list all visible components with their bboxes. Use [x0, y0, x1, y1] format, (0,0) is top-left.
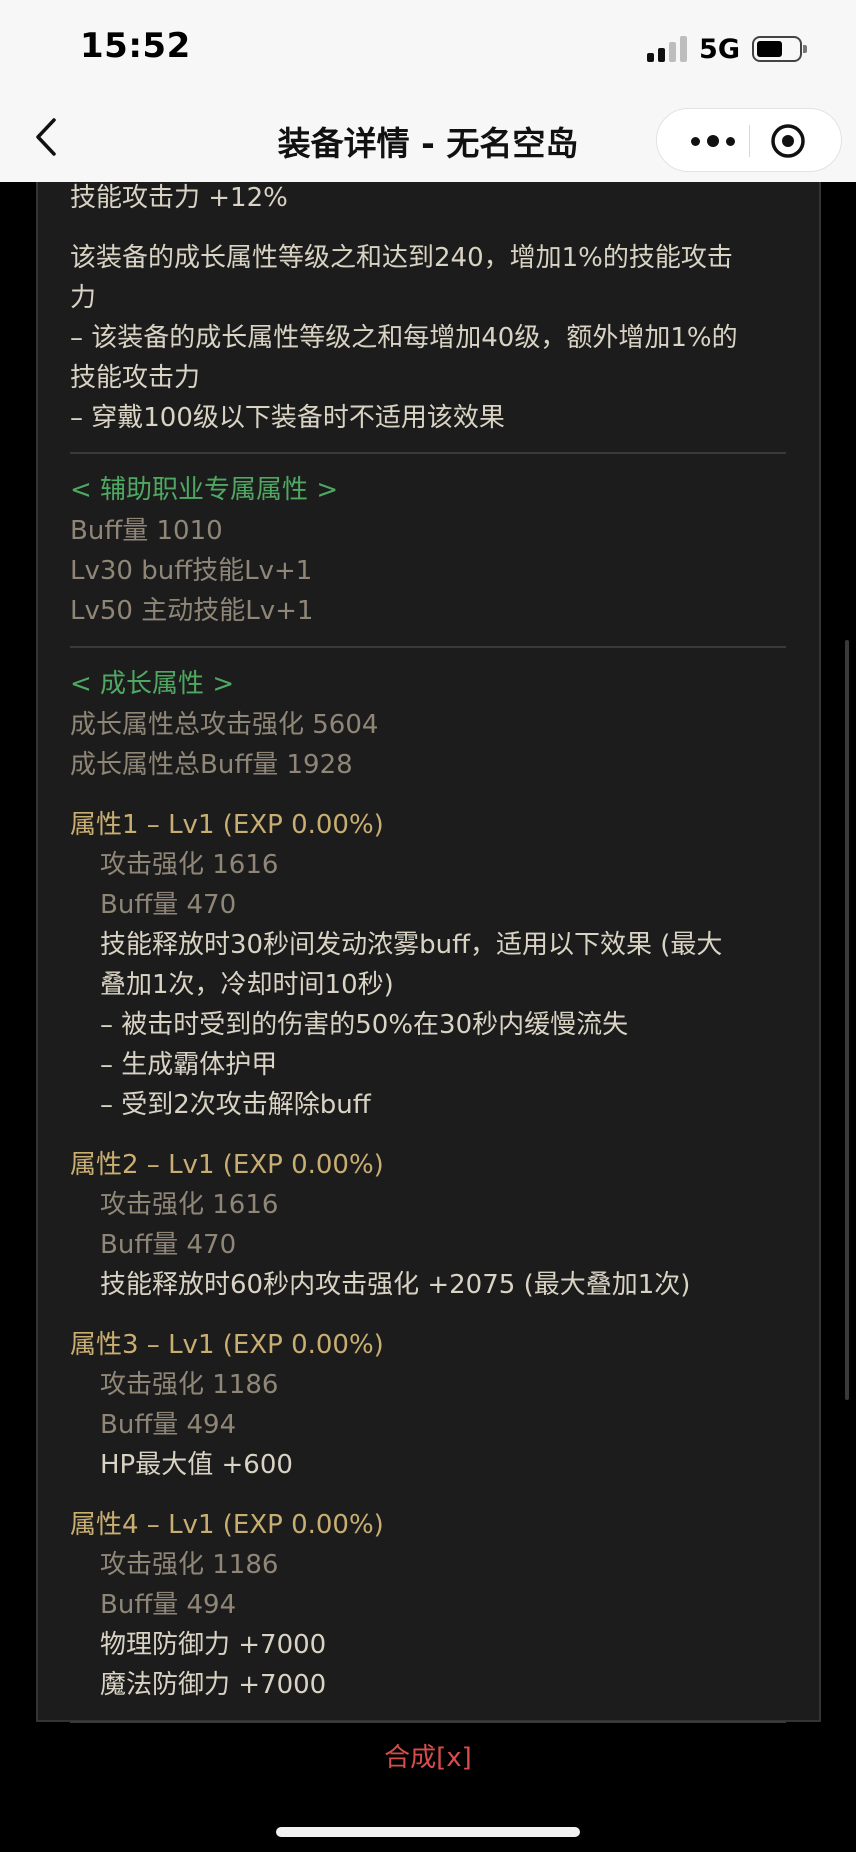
network-label: 5G: [699, 33, 740, 65]
attribute-attack: 攻击强化 1616: [100, 850, 279, 880]
attribute-effect: – 生成霸体护甲: [100, 1050, 278, 1080]
skill-desc-line: – 穿戴100级以下装备时不适用该效果: [70, 403, 505, 433]
support-heading: < 辅助职业专属属性 >: [70, 475, 339, 505]
skill-attack-line: 技能攻击力 +12%: [70, 183, 288, 213]
growth-heading: < 成长属性 >: [70, 669, 235, 699]
attribute-effect: – 被击时受到的伤害的50%在30秒内缓慢流失: [100, 1010, 629, 1040]
attribute-effect: 技能释放时60秒内攻击强化 +2075 (最大叠加1次): [100, 1270, 691, 1300]
top-bar: 15:52 5G 装备详情 - 无名空岛: [0, 0, 856, 182]
skill-desc-line: 技能攻击力: [70, 363, 201, 393]
close-target-icon[interactable]: [768, 121, 808, 161]
status-time: 15:52: [80, 26, 191, 66]
attribute-effect: 叠加1次，冷却时间10秒): [100, 970, 394, 1000]
scrollbar[interactable]: [845, 640, 849, 1400]
attribute-effect: HP最大值 +600: [100, 1450, 293, 1480]
attribute-effect: 物理防御力 +7000: [100, 1630, 327, 1660]
synthesize-link[interactable]: 合成[x]: [0, 1738, 856, 1778]
support-lv30: Lv30 buff技能Lv+1: [70, 556, 313, 586]
attribute-title: 属性4 – Lv1 (EXP 0.00%): [70, 1510, 384, 1540]
attribute-buff: Buff量 470: [100, 1230, 237, 1260]
support-lv50: Lv50 主动技能Lv+1: [70, 596, 314, 626]
attribute-effect: 技能释放时30秒间发动浓雾buff，适用以下效果 (最大: [100, 930, 723, 960]
home-indicator: [276, 1827, 580, 1837]
growth-total-buff: 成长属性总Buff量 1928: [70, 750, 353, 780]
attribute-buff: Buff量 494: [100, 1590, 237, 1620]
attribute-buff: Buff量 494: [100, 1410, 237, 1440]
capsule-divider: [749, 125, 750, 157]
attribute-title: 属性2 – Lv1 (EXP 0.00%): [70, 1150, 384, 1180]
more-menu-icon[interactable]: [683, 127, 743, 155]
attribute-title: 属性1 – Lv1 (EXP 0.00%): [70, 810, 384, 840]
attribute-title: 属性3 – Lv1 (EXP 0.00%): [70, 1330, 384, 1360]
attribute-effect: 魔法防御力 +7000: [100, 1670, 327, 1700]
skill-desc-line: – 该装备的成长属性等级之和每增加40级，额外增加1%的: [70, 323, 738, 353]
section-divider: [70, 1721, 786, 1723]
signal-icon: [647, 36, 688, 62]
mini-program-capsule: [656, 108, 842, 172]
attribute-buff: Buff量 470: [100, 890, 237, 920]
battery-icon: [752, 36, 807, 62]
attribute-effect: – 受到2次攻击解除buff: [100, 1090, 371, 1120]
status-indicators: 5G: [647, 32, 807, 66]
attribute-attack: 攻击强化 1616: [100, 1190, 279, 1220]
attribute-attack: 攻击强化 1186: [100, 1550, 279, 1580]
support-buff: Buff量 1010: [70, 516, 223, 546]
skill-desc-line: 该装备的成长属性等级之和达到240，增加1%的技能攻击: [70, 243, 733, 273]
skill-desc-line: 力: [70, 283, 97, 313]
attribute-attack: 攻击强化 1186: [100, 1370, 279, 1400]
growth-total-attack: 成长属性总攻击强化 5604: [70, 710, 379, 740]
section-divider: [70, 646, 786, 648]
app-screen: 15:52 5G 装备详情 - 无名空岛 技能攻击力 +12% 该装备的成长属性…: [0, 0, 856, 1852]
section-divider: [70, 452, 786, 454]
